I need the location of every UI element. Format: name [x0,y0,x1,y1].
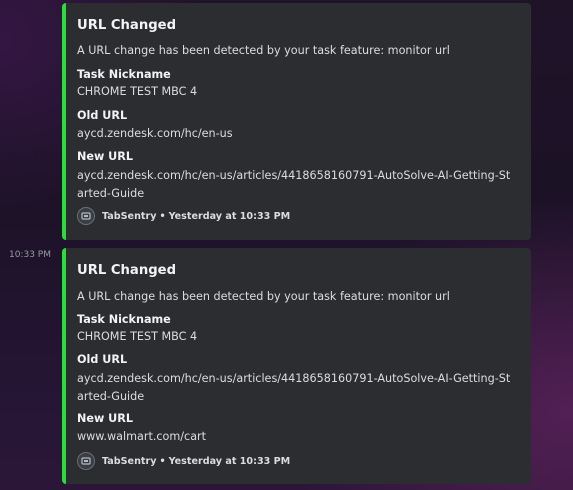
embed-title: URL Changed [77,18,177,33]
embed-footer: TabSentry • Yesterday at 10:33 PM [77,452,290,470]
embed-title: URL Changed [77,263,177,278]
tabsentry-logo-icon [77,452,95,470]
embed-footer: TabSentry • Yesterday at 10:33 PM [77,207,290,225]
field-value-task-nickname: CHROME TEST MBC 4 [77,330,198,343]
field-value-new-url[interactable]: aycd.zendesk.com/hc/en-us/articles/44186… [77,167,517,203]
field-name-new-url: New URL [77,150,134,163]
field-name-old-url: Old URL [77,109,128,122]
footer-separator: • [159,455,166,467]
tabsentry-logo-icon [77,207,95,225]
embed-description: A URL change has been detected by your t… [77,290,450,303]
footer-separator: • [159,210,166,222]
field-value-old-url[interactable]: aycd.zendesk.com/hc/en-us [77,125,517,143]
footer-time: Yesterday at 10:33 PM [168,455,291,467]
footer-time: Yesterday at 10:33 PM [168,210,291,222]
embed-url-changed-2: URL Changed A URL change has been detect… [62,248,531,484]
field-name-task-nickname: Task Nickname [77,313,171,326]
field-name-old-url: Old URL [77,353,128,366]
field-value-task-nickname: CHROME TEST MBC 4 [77,85,198,98]
footer-author: TabSentry [102,210,157,222]
field-name-new-url: New URL [77,412,134,425]
field-name-task-nickname: Task Nickname [77,68,171,81]
field-value-old-url[interactable]: aycd.zendesk.com/hc/en-us/articles/44186… [77,370,517,406]
embed-url-changed-1: URL Changed A URL change has been detect… [62,3,531,240]
embed-description: A URL change has been detected by your t… [77,44,450,57]
footer-author: TabSentry [102,455,157,467]
field-value-new-url[interactable]: www.walmart.com/cart [77,428,517,446]
message-timestamp: 10:33 PM [9,250,51,260]
